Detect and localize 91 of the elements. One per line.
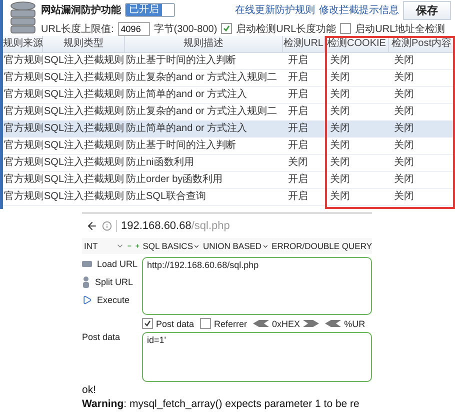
table-cell: 关闭: [389, 87, 455, 104]
table-cell: 防止基于时间的注入判断: [125, 138, 283, 155]
save-button[interactable]: 保存: [403, 0, 451, 20]
action-button[interactable]: Split URL: [82, 275, 142, 288]
post-data-field[interactable]: id=1': [142, 332, 372, 382]
left-arrow-icon[interactable]: [325, 320, 342, 327]
table-cell: SQL注入拦截规则: [43, 87, 125, 104]
table-cell: 防止基于时间的注入判断: [125, 53, 283, 70]
server-icon: [82, 258, 92, 268]
encoder-label[interactable]: %UR: [344, 318, 366, 328]
left-arrow-icon[interactable]: [253, 320, 270, 327]
table-cell: SQL注入拦截规则: [43, 172, 125, 189]
table-cell: SQL注入拦截规则: [43, 53, 125, 70]
table-cell: 关闭: [389, 70, 455, 87]
table-cell: 开启: [283, 172, 325, 189]
menu-item[interactable]: ERROR/DOUBLE QUERY: [272, 241, 372, 251]
table-cell: 防止ni函数利用: [125, 155, 283, 172]
action-button[interactable]: Load URL: [82, 257, 142, 270]
flag-checkbox[interactable]: [142, 318, 153, 329]
table-cell: 防止SQL联合查询: [125, 189, 283, 206]
play-icon: [82, 294, 92, 304]
table-cell: 关闭: [389, 172, 455, 189]
table-cell: 开启: [283, 53, 325, 70]
flag-checkbox[interactable]: [200, 318, 212, 329]
flag-label: Referrer: [214, 318, 248, 328]
table-cell: SQL注入拦截规则: [43, 138, 125, 155]
table-cell: 防止复杂的and or 方式注入规则二: [125, 104, 283, 121]
table-cell: 开启: [283, 70, 325, 87]
plus-icon[interactable]: [134, 242, 140, 250]
caret-icon: [116, 242, 124, 250]
table-cell: 关闭: [389, 189, 455, 206]
table-cell: 关闭: [325, 172, 389, 189]
table-cell: 防止复杂的and or 方式注入规则二: [125, 70, 283, 87]
url-length-field[interactable]: 4096: [118, 22, 150, 36]
table-cell: 关闭: [325, 189, 389, 206]
person-icon: [82, 276, 90, 288]
table-cell: 开启: [283, 87, 325, 104]
table-cell: 关闭: [283, 155, 325, 172]
feature-title: 网站漏洞防护功能: [41, 3, 121, 17]
action-button[interactable]: Execute: [82, 293, 142, 306]
option-checkbox[interactable]: [340, 23, 352, 34]
caret-icon: [262, 242, 269, 250]
table-cell: 关闭: [389, 104, 455, 121]
table-cell: SQL注入拦截规则: [43, 70, 125, 87]
table-cell: SQL注入拦截规则: [43, 104, 125, 121]
table-cell: 关闭: [325, 138, 389, 155]
url-length-unit: 字节(300-800): [154, 22, 218, 36]
output-text: ok!: [82, 384, 98, 396]
table-cell: 关闭: [325, 121, 389, 138]
top-link[interactable]: 在线更新防护规则: [235, 3, 315, 17]
caret-icon: [192, 242, 200, 250]
table-cell: 开启: [283, 189, 325, 206]
table-cell: 防止简单的and or 方式注入: [125, 87, 283, 104]
column-header: 规则类型: [43, 36, 125, 53]
menu-item[interactable]: UNION BASED: [202, 241, 269, 251]
table-cell: SQL注入拦截规则: [43, 121, 125, 138]
table-cell: 关闭: [325, 70, 389, 87]
option-checkbox[interactable]: [221, 23, 232, 34]
table-cell: 开启: [283, 104, 325, 121]
column-header: 规则描述: [125, 36, 283, 53]
table-cell: 防止简单的and or 方式注入: [125, 121, 283, 138]
table-cell: 关闭: [325, 53, 389, 70]
table-cell: 开启: [283, 138, 325, 155]
option-label: 启动URL地址全检测: [355, 22, 446, 36]
table-cell: 关闭: [325, 104, 389, 121]
top-link[interactable]: 修改拦截提示信息: [319, 3, 399, 17]
url-field[interactable]: http://192.168.60.68/sql.php: [142, 257, 372, 315]
table-cell: 关闭: [389, 155, 455, 172]
output-text: Warning: mysql_fetch_array() expects parameter 1 to be re: [82, 398, 360, 410]
column-header: 规则来源: [3, 36, 43, 53]
column-header: 检测URL: [283, 36, 325, 53]
option-label: 启动检测URL长度功能: [236, 22, 336, 36]
table-cell: 关闭: [325, 155, 389, 172]
type-select[interactable]: INT: [82, 241, 124, 251]
table-cell: 关闭: [389, 121, 455, 138]
database-icon: [9, 1, 37, 35]
table-cell: 关闭: [389, 138, 455, 155]
table-cell: SQL注入拦截规则: [43, 189, 125, 206]
table-cell: 防止order by函数利用: [125, 172, 283, 189]
table-cell: 关闭: [389, 53, 455, 70]
encoder-label[interactable]: 0xHEX: [272, 318, 300, 328]
table-cell: SQL注入拦截规则: [43, 155, 125, 172]
table-cell: 开启: [283, 121, 325, 138]
info-icon[interactable]: [102, 221, 112, 231]
post-data-label: Post data: [82, 332, 122, 344]
url-length-label: URL长度上限值:: [41, 22, 114, 36]
right-arrow-icon[interactable]: [303, 320, 320, 327]
flag-label: Post data: [156, 318, 194, 328]
menu-item[interactable]: SQL BASICS: [142, 241, 200, 251]
table-cell: 关闭: [325, 87, 389, 104]
back-icon[interactable]: [86, 220, 98, 232]
